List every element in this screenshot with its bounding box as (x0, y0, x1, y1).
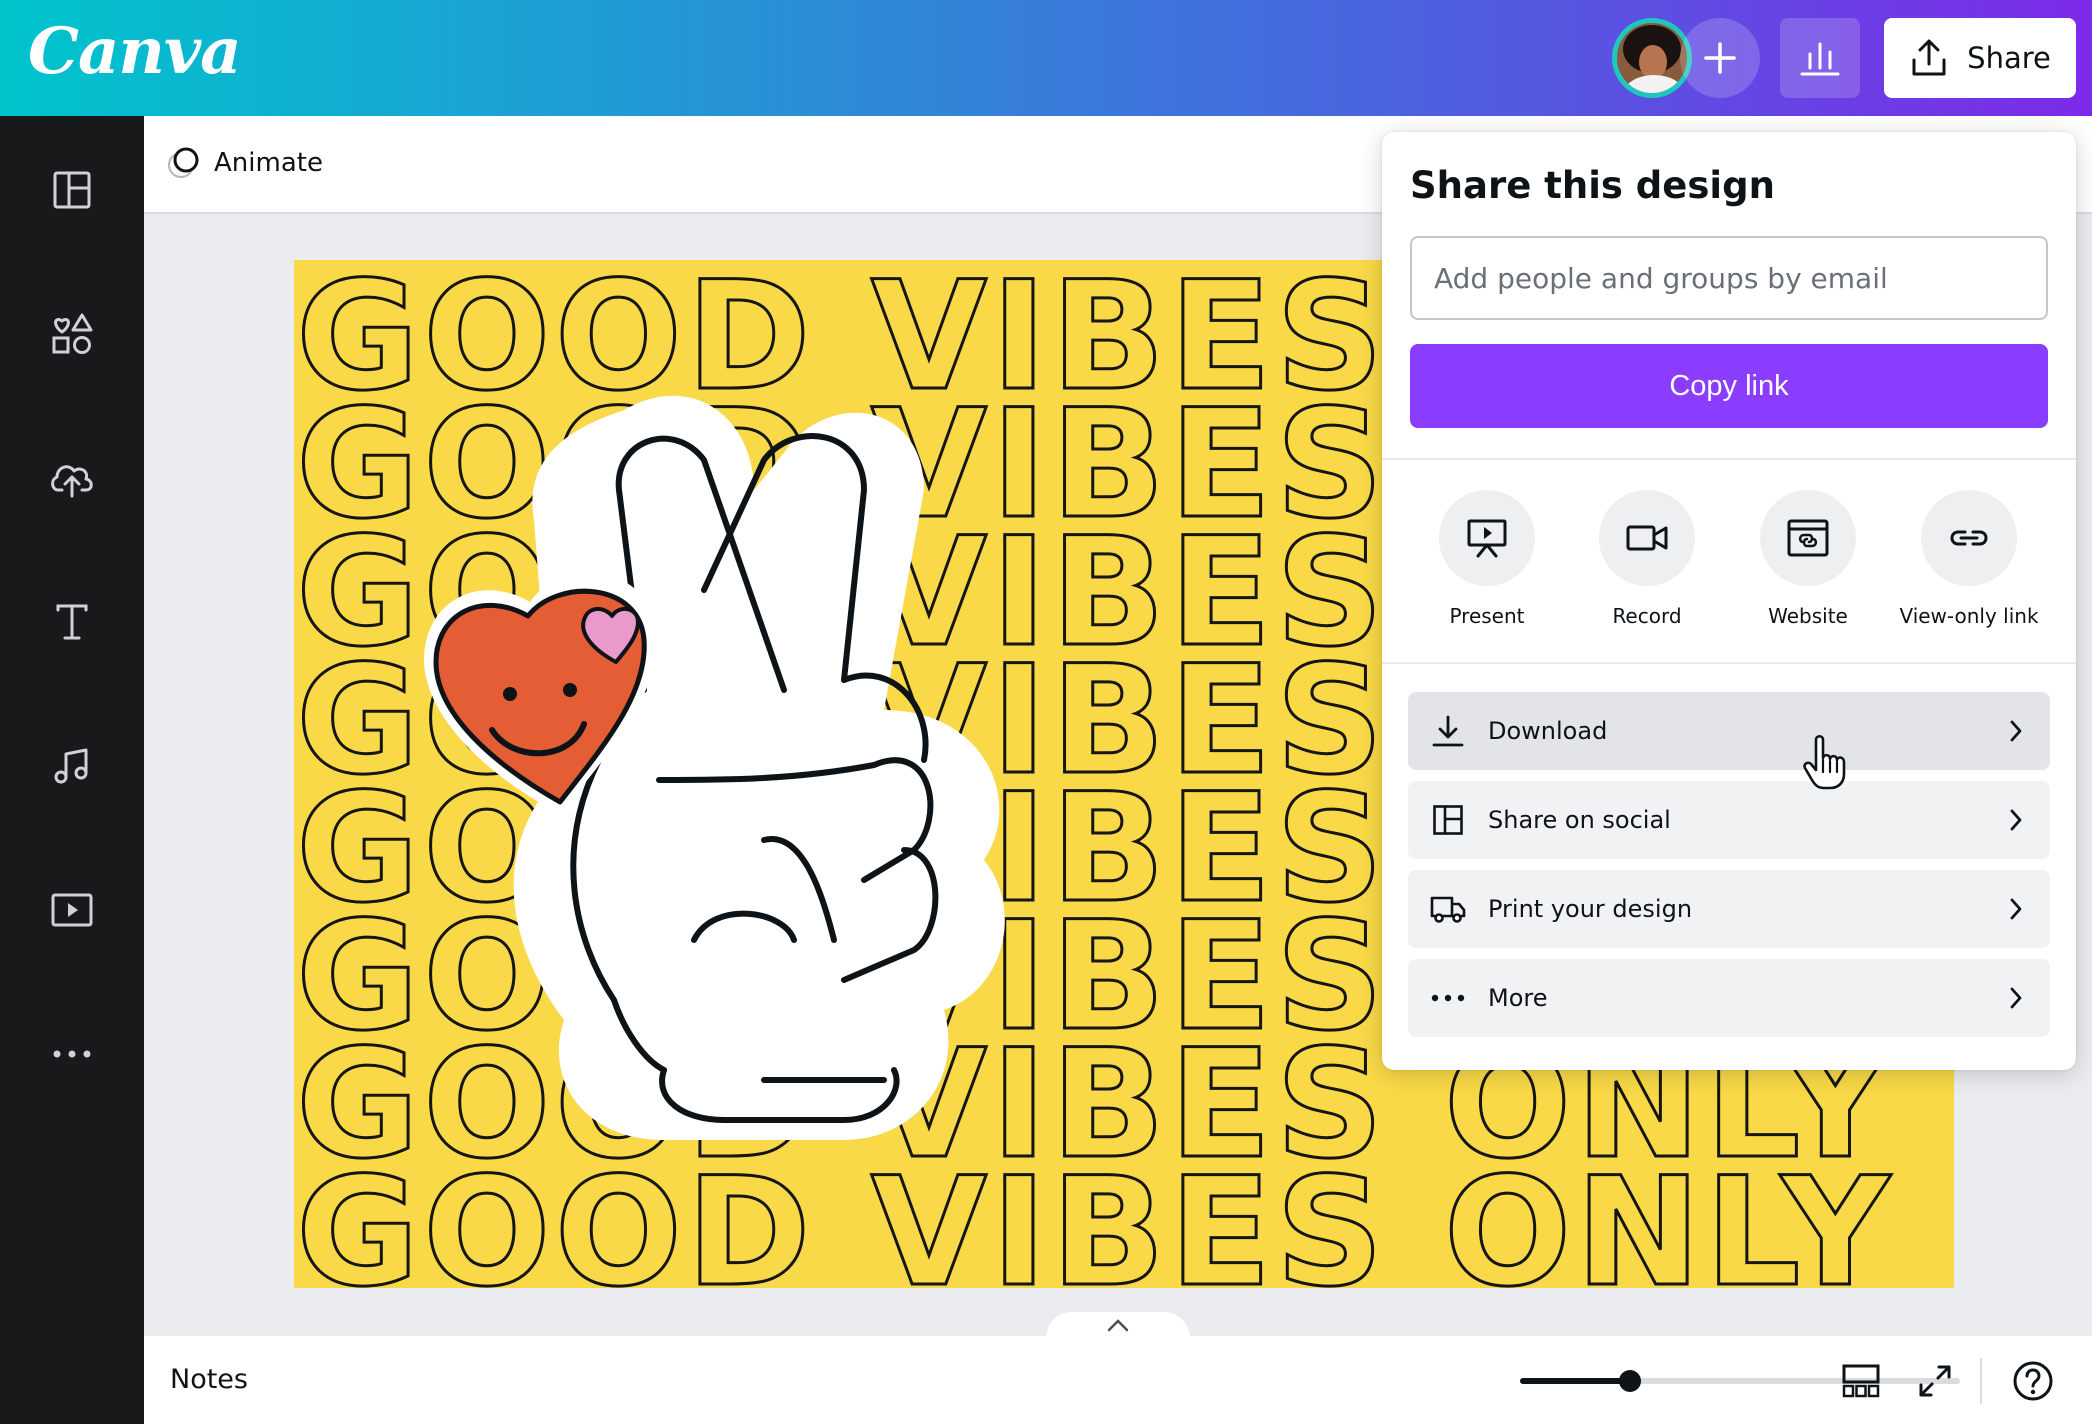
elements-icon (52, 313, 93, 354)
website-icon (1787, 519, 1829, 557)
help-icon (2013, 1361, 2053, 1401)
record-action[interactable]: Record (1562, 490, 1732, 628)
cloud-upload-icon (51, 465, 93, 498)
download-label: Download (1488, 717, 1608, 745)
video-icon (51, 893, 93, 927)
more-dots-icon (53, 1050, 91, 1058)
zoom-slider[interactable] (1520, 1370, 1960, 1392)
share-button[interactable]: Share (1884, 18, 2076, 98)
zoom-slider-knob[interactable] (1619, 1370, 1641, 1392)
record-icon (1626, 525, 1668, 551)
more-option[interactable]: More (1408, 959, 2050, 1037)
share-label: Share (1967, 41, 2051, 75)
upload-icon (1912, 39, 1946, 76)
rail-videos-button[interactable] (44, 882, 100, 938)
fullscreen-button[interactable] (1912, 1358, 1958, 1404)
print-design-label: Print your design (1488, 895, 1693, 923)
rail-elements-button[interactable] (44, 306, 100, 362)
top-bar: Canva Share (0, 0, 2092, 116)
link-icon (1950, 530, 1988, 546)
animate-label: Animate (214, 148, 323, 178)
download-option[interactable]: Download (1408, 692, 2050, 770)
view-only-link-label: View-only link (1899, 604, 2039, 628)
share-on-social-option[interactable]: Share on social (1408, 781, 2050, 859)
hand-cursor-icon (1803, 734, 1846, 790)
zoom-slider-fill (1520, 1378, 1630, 1384)
music-note-icon (54, 748, 88, 784)
chevron-right-icon (2010, 809, 2022, 831)
pattern-line: GOOD VIBES ONLY (296, 1146, 1894, 1288)
share-panel: Share this design Copy link Present Reco… (1382, 132, 2076, 1070)
chevron-right-icon (2010, 720, 2022, 742)
smiley-heart-sticker[interactable] (420, 562, 700, 832)
chevron-right-icon (2010, 898, 2022, 920)
collapse-pages-button[interactable] (1046, 1312, 1190, 1338)
expand-icon (1919, 1365, 1951, 1397)
animate-button[interactable]: Animate (166, 146, 323, 180)
left-rail (0, 116, 144, 1424)
record-label: Record (1612, 604, 1682, 628)
plus-icon (1704, 42, 1736, 74)
copy-link-button[interactable]: Copy link (1410, 344, 2048, 428)
more-label: More (1488, 984, 1548, 1012)
rail-text-button[interactable] (44, 594, 100, 650)
panel-divider (1382, 458, 2076, 460)
present-label: Present (1449, 604, 1525, 628)
more-icon (1431, 994, 1465, 1002)
present-action[interactable]: Present (1402, 490, 1572, 628)
social-icon (1433, 805, 1463, 835)
view-only-link-action[interactable]: View-only link (1884, 490, 2054, 628)
page-grid-icon (1842, 1364, 1880, 1398)
print-design-option[interactable]: Print your design (1408, 870, 2050, 948)
animate-icon (168, 147, 199, 178)
text-icon (56, 604, 88, 640)
share-on-social-label: Share on social (1488, 806, 1671, 834)
rail-uploads-button[interactable] (44, 450, 100, 506)
chevron-right-icon (2010, 987, 2022, 1009)
canva-logo[interactable]: Canva (28, 14, 242, 89)
chevron-up-icon (1107, 1319, 1129, 1332)
add-collaborator-button[interactable] (1680, 18, 1760, 98)
help-button[interactable] (2010, 1358, 2056, 1404)
templates-icon (53, 171, 91, 209)
truck-icon (1430, 896, 1466, 923)
share-panel-title: Share this design (1410, 164, 1775, 207)
grid-view-button[interactable] (1838, 1358, 1884, 1404)
rail-more-button[interactable] (44, 1026, 100, 1082)
insights-button[interactable] (1780, 18, 1860, 98)
bottom-bar: Notes (144, 1336, 2092, 1424)
rail-audio-button[interactable] (44, 738, 100, 794)
present-icon (1467, 519, 1507, 558)
website-label: Website (1768, 604, 1848, 628)
bottom-divider (1980, 1358, 1982, 1404)
email-input[interactable] (1410, 236, 2048, 320)
download-icon (1432, 715, 1464, 747)
rail-templates-button[interactable] (44, 162, 100, 218)
website-action[interactable]: Website (1723, 490, 1893, 628)
notes-button[interactable]: Notes (170, 1364, 248, 1395)
panel-divider (1382, 662, 2076, 664)
bar-chart-icon (1800, 42, 1840, 76)
